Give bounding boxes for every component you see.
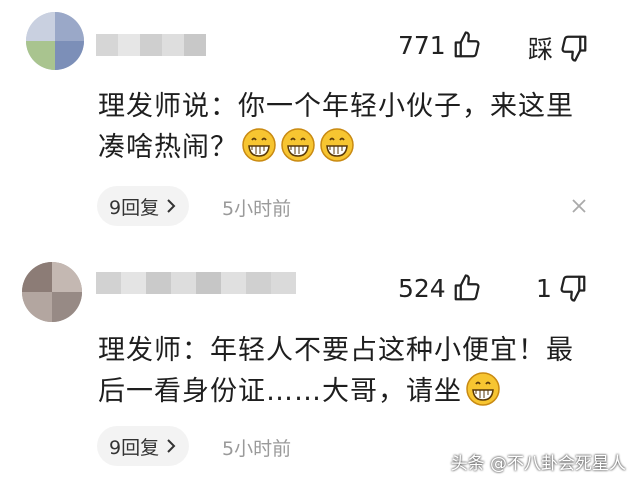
watermark: 头条 @不八卦会死星人: [450, 454, 626, 474]
avatar[interactable]: [22, 262, 82, 322]
grinning-face-icon: [320, 128, 354, 162]
chevron-right-icon: [167, 199, 176, 213]
dislike-count: 1: [536, 273, 552, 303]
like-count: 771: [398, 30, 446, 60]
grinning-face-icon: [281, 128, 315, 162]
comment-line-text: 后一看身份证……大哥，请坐: [98, 376, 462, 407]
dislike-label: 踩: [528, 35, 554, 64]
comment-text: 理发师：年轻人不要占这种小便宜！最 后一看身份证……大哥，请坐: [98, 330, 618, 412]
timestamp: 5小时前: [222, 438, 292, 460]
thumbs-down-icon: [560, 275, 586, 302]
comment-text: 理发师说：你一个年轻小伙子，来这里 凑啥热闹？: [98, 86, 618, 168]
username-blurred[interactable]: [96, 34, 206, 56]
username-blurred[interactable]: [96, 272, 296, 294]
like-button[interactable]: 524: [398, 273, 482, 303]
chevron-right-icon: [167, 439, 176, 453]
comment-line: 理发师：年轻人不要占这种小便宜！最: [98, 335, 574, 366]
replies-label: 9回复: [109, 436, 160, 459]
avatar[interactable]: [26, 12, 84, 70]
thumbs-up-icon: [454, 274, 480, 301]
like-count: 524: [398, 273, 446, 303]
comment-line-text: 凑啥热闹？: [98, 132, 238, 163]
replies-label: 9回复: [109, 196, 160, 219]
grinning-face-icon: [242, 128, 276, 162]
comment-line-with-emoji: 凑啥热闹？: [98, 127, 618, 168]
close-icon[interactable]: [570, 197, 588, 215]
thumbs-down-icon: [561, 35, 587, 62]
comment-line-with-emoji: 后一看身份证……大哥，请坐: [98, 371, 618, 412]
comment-item-2: 524 1 理发师：年轻人不要占这种小便宜！最 后一看身份证……大哥，请坐 9回…: [0, 240, 640, 484]
comment-line: 理发师说：你一个年轻小伙子，来这里: [98, 91, 574, 122]
thumbs-up-icon: [454, 31, 480, 58]
replies-button[interactable]: 9回复: [97, 186, 190, 226]
replies-button[interactable]: 9回复: [97, 426, 190, 466]
timestamp: 5小时前: [222, 198, 292, 220]
comment-item-1: 771 踩 理发师说：你一个年轻小伙子，来这里 凑啥热闹？ 9回复 5小时前: [0, 0, 640, 240]
dislike-button[interactable]: 踩: [528, 30, 589, 66]
dislike-button[interactable]: 1: [536, 273, 588, 303]
like-button[interactable]: 771: [398, 30, 482, 60]
grinning-face-icon: [466, 372, 500, 406]
